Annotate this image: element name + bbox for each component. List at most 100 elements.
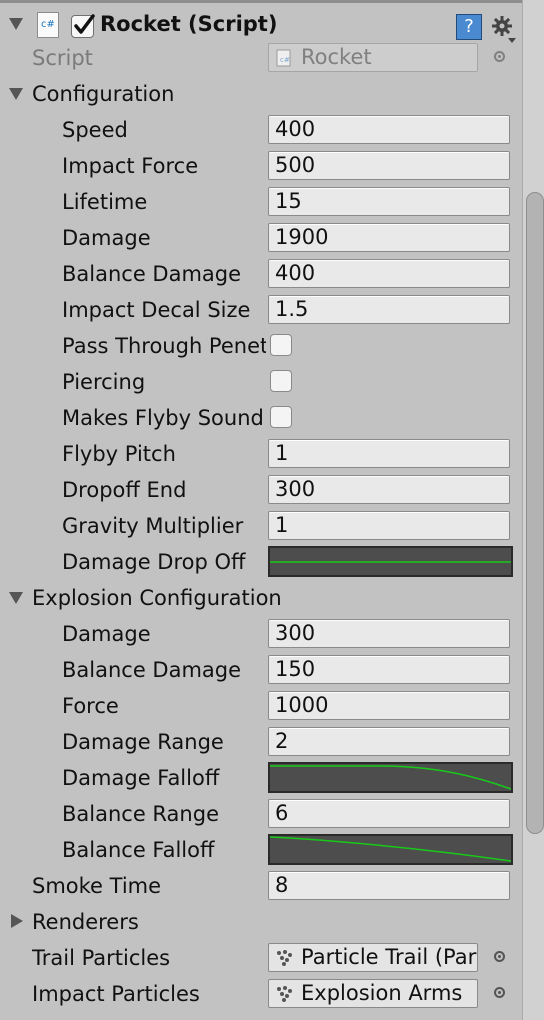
component-foldout-icon[interactable] bbox=[9, 18, 23, 30]
particle-system-icon bbox=[277, 986, 292, 1002]
renderers-foldout[interactable]: Renderers bbox=[0, 904, 522, 940]
balance-falloff-row: Balance Falloff bbox=[0, 832, 522, 868]
field-label: Speed bbox=[62, 118, 128, 142]
pass-through-row: Pass Through Penetrable bbox=[0, 328, 522, 364]
field-label: Lifetime bbox=[62, 190, 148, 214]
toggle-label: Makes Flyby Sound bbox=[62, 406, 264, 430]
pass-through-checkbox[interactable] bbox=[270, 334, 292, 356]
script-picker-icon bbox=[494, 51, 505, 62]
impact-decal-size-row: Impact Decal Size 1.5 bbox=[0, 292, 522, 328]
explosion-balance-damage-row: Balance Damage 150 bbox=[0, 652, 522, 688]
field-label: Impact Decal Size bbox=[62, 298, 251, 322]
damage-field[interactable]: 1900 bbox=[268, 223, 510, 252]
script-file-icon: c# bbox=[276, 49, 291, 67]
flyby-pitch-field[interactable]: 1 bbox=[268, 439, 510, 468]
explosion-damage-range-row: Damage Range 2 bbox=[0, 724, 522, 760]
renderers-foldout-icon[interactable] bbox=[11, 914, 23, 928]
gravity-multiplier-field[interactable]: 1 bbox=[268, 511, 510, 540]
field-label: Damage bbox=[62, 622, 151, 646]
field-label: Smoke Time bbox=[32, 874, 162, 898]
script-value: Rocket bbox=[301, 45, 372, 69]
speed-field[interactable]: 400 bbox=[268, 115, 510, 144]
impact-particles-picker-icon[interactable] bbox=[494, 987, 505, 998]
trail-particles-row: Trail Particles Particle Trail (Particle… bbox=[0, 940, 522, 976]
panel-top-border bbox=[0, 0, 522, 3]
trail-particles-field[interactable]: Particle Trail (Particle System) bbox=[268, 943, 478, 972]
script-field: c# Rocket bbox=[268, 43, 478, 72]
explosion-damage-field[interactable]: 300 bbox=[268, 619, 510, 648]
field-label: Impact Particles bbox=[32, 982, 200, 1006]
impact-particles-field[interactable]: Explosion Arms bbox=[268, 979, 478, 1008]
explosion-damage-row: Damage 300 bbox=[0, 616, 522, 652]
explosion-damage-range-field[interactable]: 2 bbox=[268, 727, 510, 756]
balance-falloff-curve[interactable] bbox=[268, 834, 513, 865]
impact-particles-row: Impact Particles Explosion Arms bbox=[0, 976, 522, 1012]
script-label: Script bbox=[32, 46, 93, 70]
checkmark-icon bbox=[74, 14, 95, 34]
damage-drop-off-curve[interactable] bbox=[268, 546, 513, 577]
balance-damage-row: Balance Damage 400 bbox=[0, 256, 522, 292]
damage-drop-off-row: Damage Drop Off bbox=[0, 544, 522, 580]
flyby-sound-checkbox[interactable] bbox=[270, 406, 292, 428]
renderers-label: Renderers bbox=[32, 910, 139, 934]
balance-damage-field[interactable]: 400 bbox=[268, 259, 510, 288]
field-label: Flyby Pitch bbox=[62, 442, 176, 466]
damage-falloff-row: Damage Falloff bbox=[0, 760, 522, 796]
curve-label: Damage Drop Off bbox=[62, 550, 246, 574]
flyby-pitch-row: Flyby Pitch 1 bbox=[0, 436, 522, 472]
component-title: Rocket (Script) bbox=[100, 12, 278, 36]
lifetime-field[interactable]: 15 bbox=[268, 187, 510, 216]
trail-particles-value: Particle Trail (Particle System) bbox=[301, 945, 477, 969]
field-label: Balance Range bbox=[62, 802, 219, 826]
field-label: Damage Range bbox=[62, 730, 224, 754]
field-label: Balance Damage bbox=[62, 658, 242, 682]
curve-graph bbox=[270, 561, 511, 563]
field-label: Balance Damage bbox=[62, 262, 242, 286]
trail-particles-picker-icon[interactable] bbox=[494, 951, 505, 962]
help-icon[interactable]: ? bbox=[456, 14, 482, 40]
piercing-checkbox[interactable] bbox=[270, 370, 292, 392]
impact-force-field[interactable]: 500 bbox=[268, 151, 510, 180]
impact-particles-value: Explosion Arms bbox=[301, 981, 463, 1005]
speed-row: Speed 400 bbox=[0, 112, 522, 148]
particle-system-icon bbox=[277, 950, 292, 966]
damage-falloff-curve[interactable] bbox=[268, 762, 513, 793]
smoke-time-field[interactable]: 8 bbox=[268, 871, 510, 900]
curve-graph bbox=[270, 765, 511, 790]
toggle-label: Pass Through Penetrable bbox=[62, 334, 266, 358]
field-label: Force bbox=[62, 694, 119, 718]
balance-range-row: Balance Range 6 bbox=[0, 796, 522, 832]
piercing-row: Piercing bbox=[0, 364, 522, 400]
svg-text:c#: c# bbox=[280, 56, 290, 64]
explosion-label: Explosion Configuration bbox=[32, 586, 282, 610]
component-header[interactable]: c# Rocket (Script) ? bbox=[0, 6, 522, 43]
explosion-force-field[interactable]: 1000 bbox=[268, 691, 510, 720]
gravity-multiplier-row: Gravity Multiplier 1 bbox=[0, 508, 522, 544]
field-label: Dropoff End bbox=[62, 478, 187, 502]
dropoff-end-field[interactable]: 300 bbox=[268, 475, 510, 504]
configuration-foldout-icon[interactable] bbox=[9, 88, 23, 100]
script-row: Script c# Rocket bbox=[0, 40, 522, 76]
curve-label: Balance Falloff bbox=[62, 838, 215, 862]
explosion-balance-damage-field[interactable]: 150 bbox=[268, 655, 510, 684]
balance-range-field[interactable]: 6 bbox=[268, 799, 510, 828]
field-label: Impact Force bbox=[62, 154, 199, 178]
explosion-foldout[interactable]: Explosion Configuration bbox=[0, 580, 522, 616]
configuration-foldout[interactable]: Configuration bbox=[0, 76, 522, 112]
explosion-foldout-icon[interactable] bbox=[9, 592, 23, 604]
toggle-label: Piercing bbox=[62, 370, 146, 394]
scrollbar-thumb[interactable] bbox=[526, 192, 544, 834]
impact-force-row: Impact Force 500 bbox=[0, 148, 522, 184]
curve-graph bbox=[270, 836, 511, 862]
csharp-script-icon: c# bbox=[37, 12, 59, 38]
field-label: Damage bbox=[62, 226, 151, 250]
impact-decal-size-field[interactable]: 1.5 bbox=[268, 295, 510, 324]
field-label: Gravity Multiplier bbox=[62, 514, 244, 538]
component-enabled-checkbox[interactable] bbox=[71, 14, 95, 38]
lifetime-row: Lifetime 15 bbox=[0, 184, 522, 220]
smoke-time-row: Smoke Time 8 bbox=[0, 868, 522, 904]
curve-label: Damage Falloff bbox=[62, 766, 220, 790]
configuration-label: Configuration bbox=[32, 82, 175, 106]
field-label: Trail Particles bbox=[32, 946, 171, 970]
flyby-sound-row: Makes Flyby Sound bbox=[0, 400, 522, 436]
